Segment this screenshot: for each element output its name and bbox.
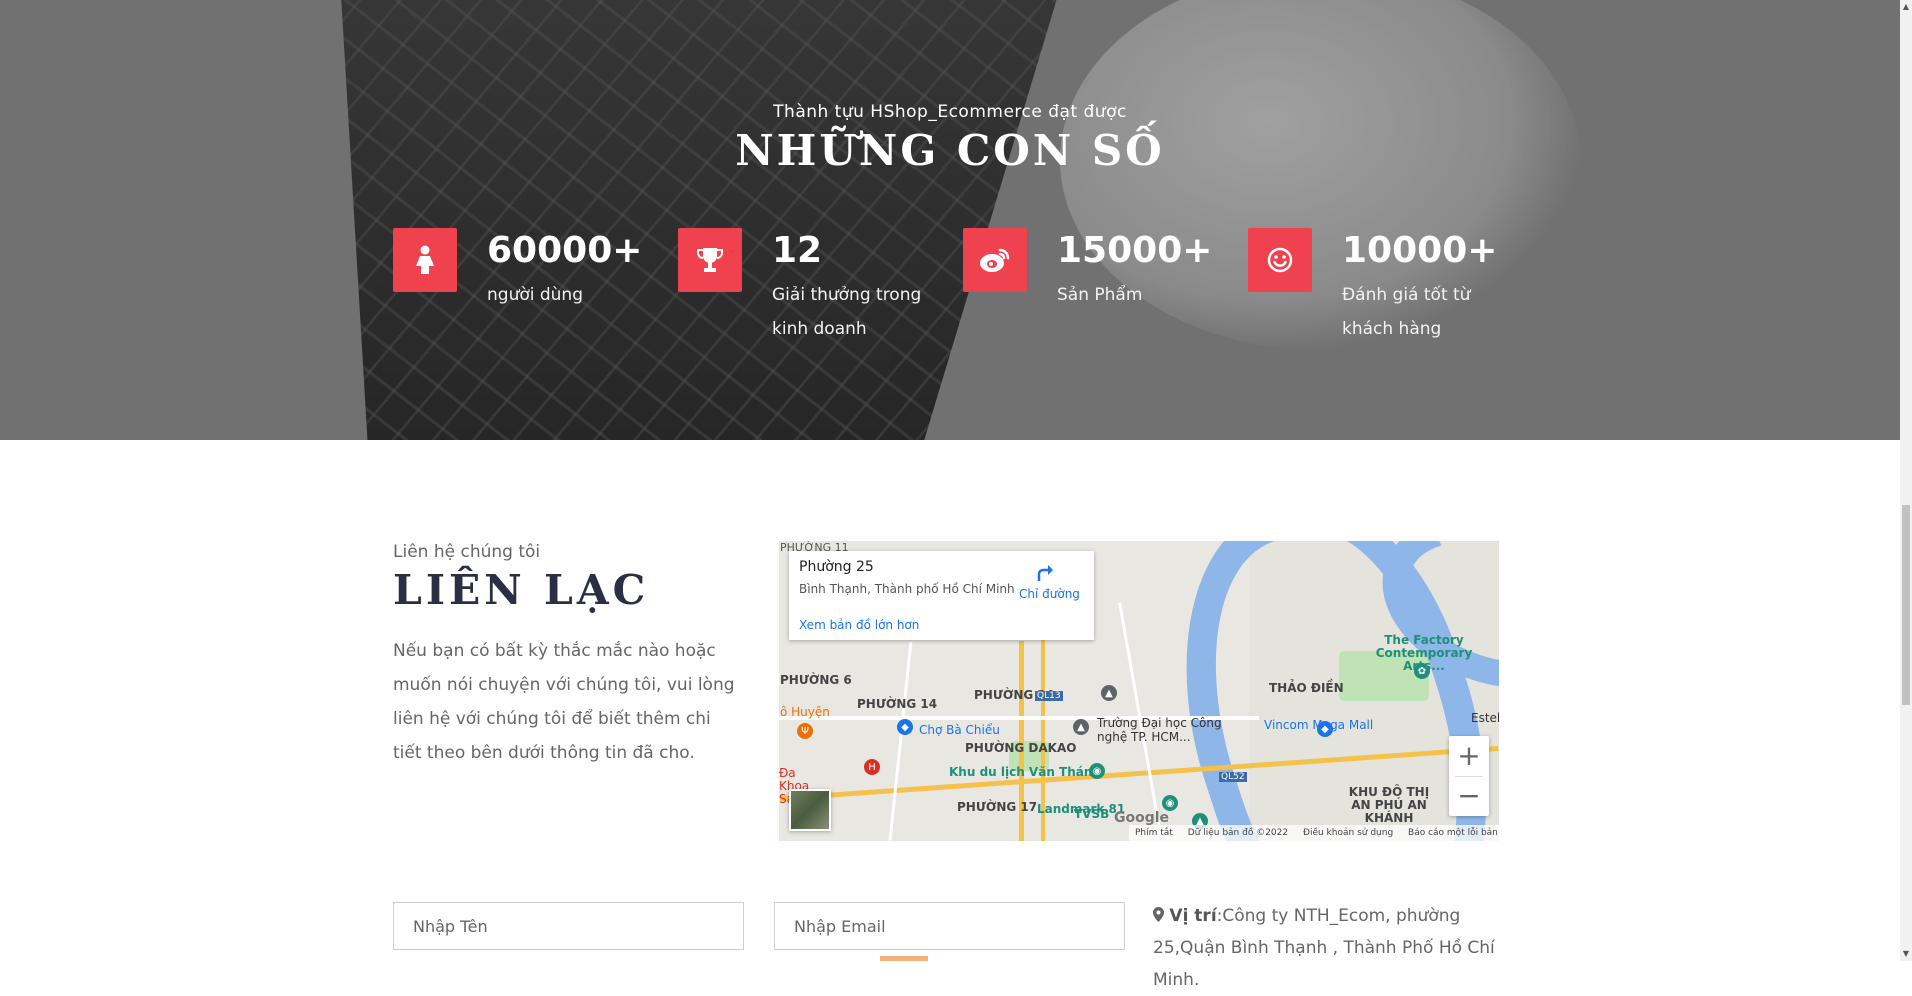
stat-label: Đánh giá tốt từ khách hàng	[1342, 285, 1471, 339]
stat-value: 15000+	[1057, 230, 1213, 271]
google-logo: Google	[1114, 810, 1170, 826]
keyboard-shortcuts-link[interactable]: Phím tắt	[1135, 828, 1173, 838]
shopping-cart-icon[interactable]: ◆	[897, 719, 913, 735]
stat-users: 60000+ người dùng	[393, 228, 643, 348]
name-input[interactable]	[393, 902, 744, 950]
map-footer: Phím tắt Dữ liệu bản đồ ©2022 Điều khoản…	[1129, 825, 1499, 841]
map-info-card: Phường 25 Bình Thạnh, Thành phố Hồ Chí M…	[789, 551, 1094, 640]
weibo-icon	[963, 228, 1027, 292]
view-larger-map-link[interactable]: Xem bản đồ lớn hơn	[799, 618, 919, 632]
map-marker-icon	[1153, 907, 1164, 922]
map-place-cho-ba-chieu[interactable]: Chợ Bà Chiểu	[919, 723, 1000, 737]
stat-value: 12	[772, 230, 823, 271]
zoom-in-button[interactable]: +	[1449, 736, 1489, 776]
scrollbar-thumb[interactable]	[1902, 505, 1910, 705]
stat-products: 15000+ Sản Phẩm	[963, 228, 1213, 348]
stat-label: người dùng	[487, 285, 583, 305]
directions-link[interactable]: Chỉ đường	[1019, 587, 1080, 601]
smile-icon	[1248, 228, 1312, 292]
stats-hero: Thành tựu HShop_Ecommerce đạt được NHỮNG…	[0, 0, 1900, 440]
shopping-bag-icon[interactable]: ◆	[1317, 721, 1333, 737]
trophy-icon	[678, 228, 742, 292]
stat-awards: 12 Giải thưởng trong kinh doanh	[678, 228, 928, 348]
contact-subtitle: Liên hệ chúng tôi	[393, 542, 541, 562]
map-place-address: Bình Thạnh, Thành phố Hồ Chí Minh	[799, 582, 1015, 596]
hospital-icon[interactable]: H	[864, 759, 880, 775]
location-info: Vị trí:Công ty NTH_Ecom, phường 25,Quận …	[1153, 900, 1503, 996]
location-label: Vị trí	[1169, 906, 1217, 926]
graduation-cap-icon[interactable]: ▲	[1101, 685, 1117, 701]
directions-icon[interactable]	[1035, 561, 1055, 581]
hero-title: NHỮNG CON SỐ	[735, 126, 1165, 175]
scroll-up-arrow-icon[interactable]: ▲	[1900, 0, 1912, 14]
stat-label: Giải thưởng trong kinh doanh	[772, 285, 922, 339]
restaurant-icon[interactable]: Ψ	[797, 723, 813, 739]
stat-value: 60000+	[487, 230, 643, 271]
map-zoom-control: + −	[1449, 736, 1489, 816]
contact-title: LIÊN LẠC	[393, 566, 650, 614]
stat-reviews: 10000+ Đánh giá tốt từ khách hàng	[1248, 228, 1498, 348]
camera-icon[interactable]: ◉	[1089, 763, 1105, 779]
map-place-title: Phường 25	[799, 559, 874, 575]
map-data-credit: Dữ liệu bản đồ ©2022	[1187, 828, 1289, 838]
google-map[interactable]: PHƯỜNG 11 PHƯỜNG 24 PHƯỜNG 14 PHƯỜNG 6 P…	[779, 541, 1499, 841]
email-input[interactable]	[774, 902, 1125, 950]
terms-link[interactable]: Điều khoản sử dụng	[1303, 828, 1393, 838]
art-icon[interactable]: ✿	[1414, 663, 1430, 679]
zoom-out-button[interactable]: −	[1449, 776, 1489, 816]
page-scrollbar[interactable]: ▲ ▼	[1900, 0, 1912, 961]
camera-icon[interactable]: ◉	[1162, 795, 1178, 811]
report-error-link[interactable]: Báo cáo một lỗi bản đồ	[1408, 828, 1499, 838]
satellite-toggle-button[interactable]	[789, 789, 831, 831]
contact-description: Nếu bạn có bất kỳ thắc mắc nào hoặc muốn…	[393, 641, 735, 763]
hero-subtitle: Thành tựu HShop_Ecommerce đạt được	[773, 102, 1127, 122]
female-user-icon	[393, 228, 457, 292]
stat-value: 10000+	[1342, 230, 1498, 271]
stat-label: Sản Phẩm	[1057, 285, 1143, 305]
scroll-down-arrow-icon[interactable]: ▼	[1900, 947, 1912, 961]
school-icon[interactable]: ▲	[1073, 719, 1089, 735]
